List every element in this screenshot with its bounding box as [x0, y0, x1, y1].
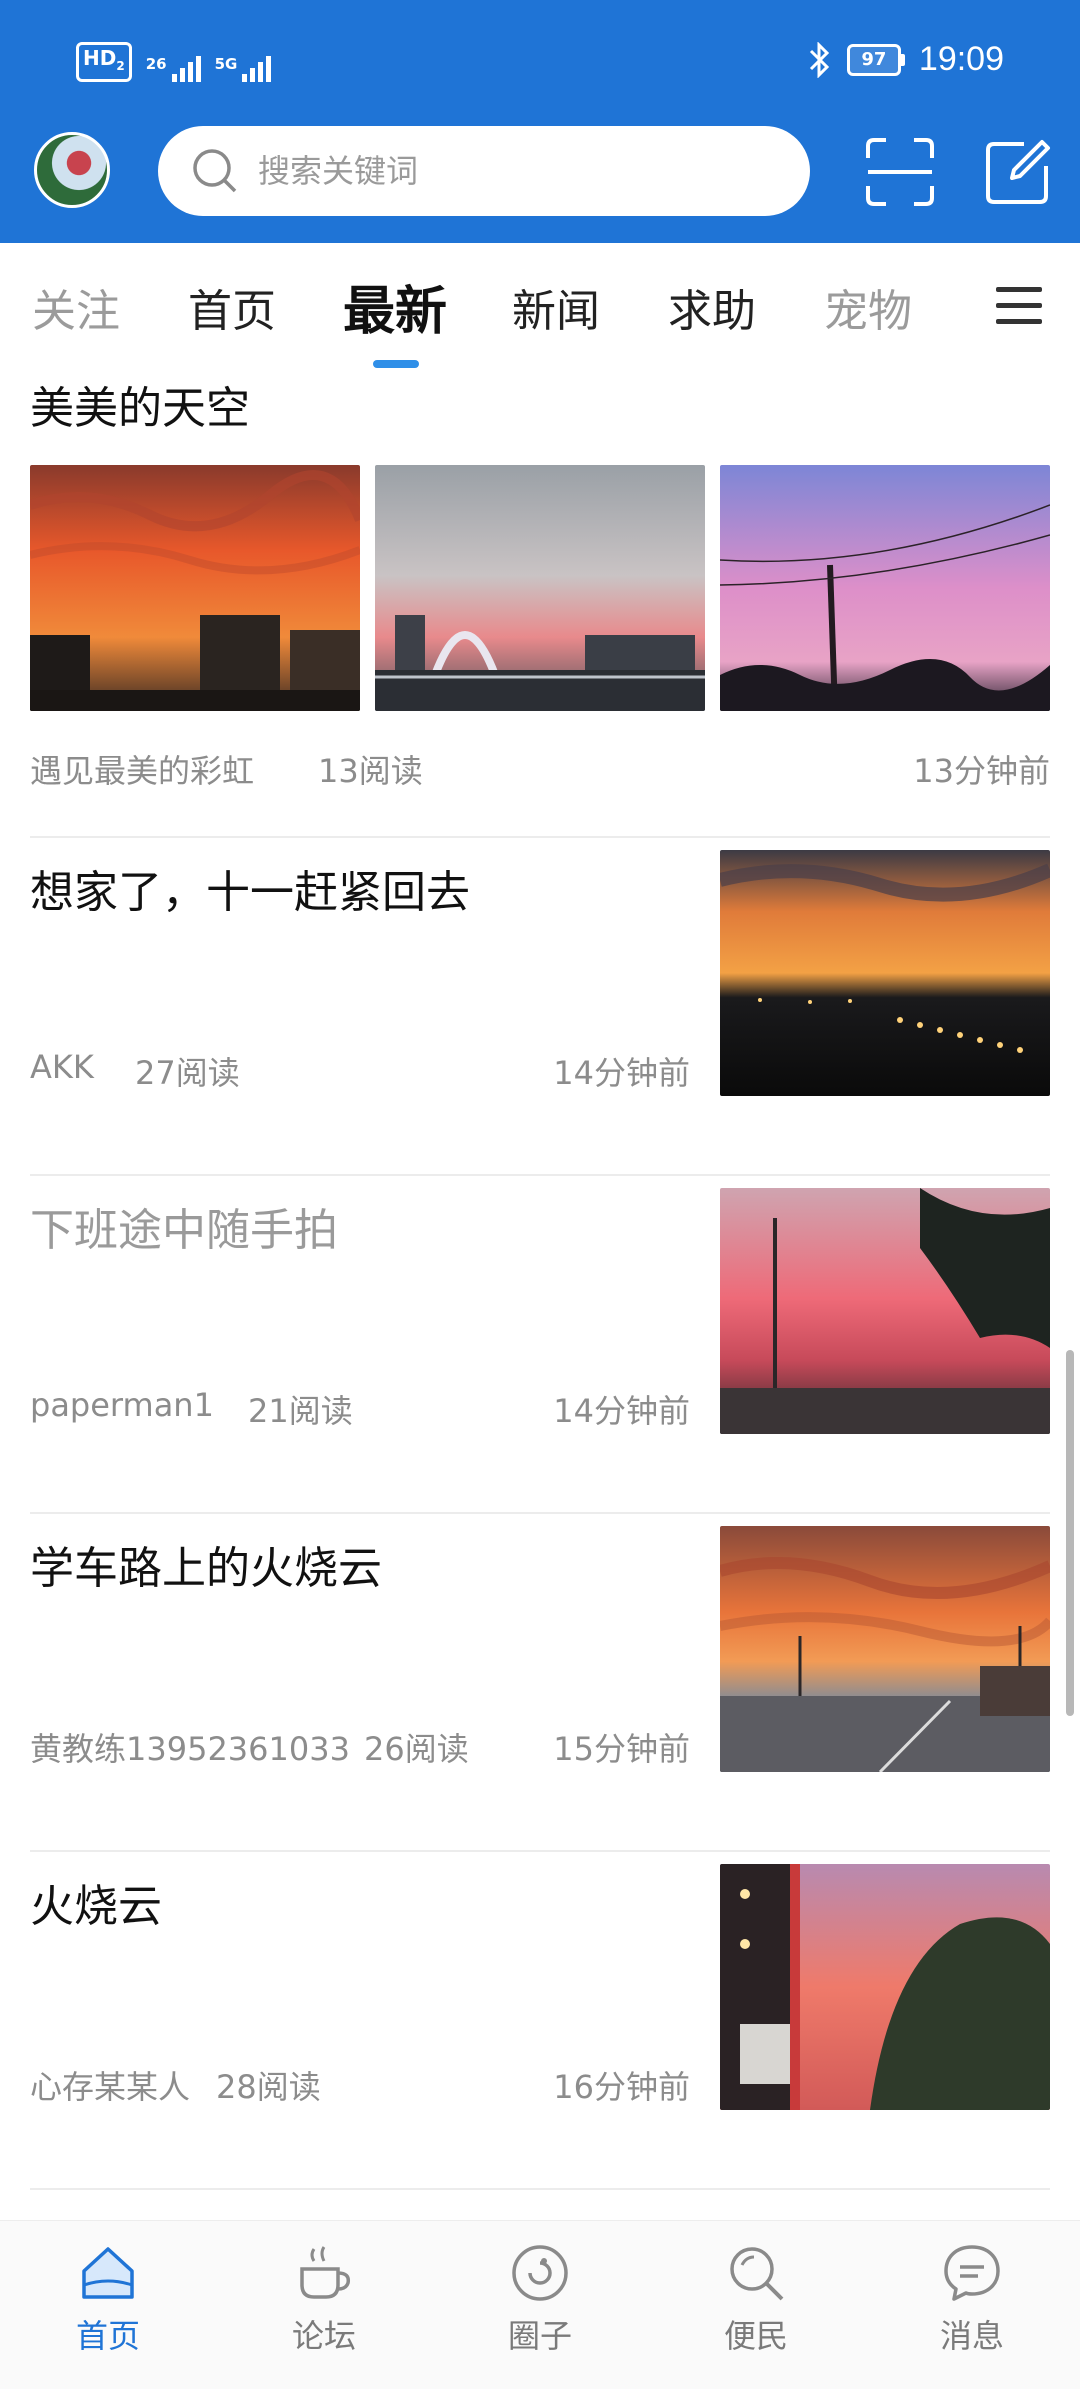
nav-messages-label: 消息 — [939, 2317, 1004, 2355]
search-icon — [730, 2247, 784, 2301]
battery-icon: 97 — [846, 43, 905, 76]
post-image — [30, 465, 360, 711]
post-image — [720, 1188, 1050, 1434]
circle-icon — [512, 2245, 568, 2301]
bluetooth-icon — [809, 41, 830, 78]
post-source: 心存某某人 — [30, 2068, 191, 2106]
post-reads: 28阅读 — [216, 2068, 321, 2106]
tab-home[interactable]: 首页 — [188, 275, 276, 339]
menu-icon[interactable] — [994, 283, 1044, 329]
status-bar: HD2 26 5G 97 19:09 — [0, 0, 1080, 120]
post-image — [375, 465, 705, 711]
battery-level: 97 — [846, 43, 901, 76]
tab-latest[interactable]: 最新 — [343, 269, 447, 344]
list-item[interactable]: 火烧云 心存某某人 28阅读 16分钟前 — [0, 1852, 1080, 2190]
post-source: 黄教练13952361033 — [30, 1730, 350, 1768]
status-right: 97 19:09 — [807, 40, 1004, 79]
post-time: 14分钟前 — [553, 1054, 690, 1092]
post-reads: 13阅读 — [318, 752, 423, 790]
category-tabs: 关注 首页 最新 新闻 求助 宠物 — [0, 243, 1080, 368]
list-item[interactable]: 下班途中随手拍 paperman1 21阅读 14分钟前 — [0, 1176, 1080, 1514]
post-title: 美美的天空 — [30, 383, 250, 434]
tab-help[interactable]: 求助 — [668, 275, 756, 339]
active-tab-indicator — [373, 360, 419, 368]
list-item[interactable]: 学车路上的火烧云 黄教练13952361033 26阅读 15分钟前 — [0, 1514, 1080, 1852]
post-title: 下班途中随手拍 — [30, 1205, 338, 1256]
signal-icon: 26 — [146, 56, 201, 82]
nav-home-label: 首页 — [75, 2317, 140, 2355]
post-image — [720, 465, 1050, 711]
app-header: HD2 26 5G 97 19:09 — [0, 0, 1080, 243]
nav-home[interactable]: 首页 — [0, 2221, 216, 2389]
list-item[interactable]: 美美的天空 遇见最美的彩虹 13阅读 13分钟前 — [0, 368, 1080, 838]
tab-news[interactable]: 新闻 — [512, 275, 600, 339]
post-image — [720, 850, 1050, 1096]
avatar[interactable] — [34, 132, 110, 208]
status-left: HD2 26 5G — [76, 42, 272, 82]
nav-circle-label: 圈子 — [507, 2317, 572, 2355]
post-time: 14分钟前 — [553, 1392, 690, 1430]
post-time: 13分钟前 — [913, 752, 1050, 790]
hd-voice-icon: HD2 — [76, 42, 132, 82]
scan-icon[interactable] — [864, 136, 936, 208]
post-source: 遇见最美的彩虹 — [30, 752, 255, 790]
signal-5g-icon: 5G — [215, 56, 272, 82]
nav-circle[interactable]: 圈子 — [432, 2221, 648, 2389]
post-title: 火烧云 — [30, 1881, 162, 1932]
nav-forum-label: 论坛 — [291, 2317, 356, 2355]
edit-icon[interactable] — [982, 136, 1054, 208]
post-time: 15分钟前 — [553, 1730, 690, 1768]
tab-follow[interactable]: 关注 — [32, 275, 120, 339]
message-icon — [944, 2245, 1000, 2301]
nav-forum[interactable]: 论坛 — [216, 2221, 432, 2389]
nav-services[interactable]: 便民 — [648, 2221, 864, 2389]
post-source: AKK — [30, 1048, 94, 1086]
list-item[interactable]: 想家了，十一赶紧回去 AKK 27阅读 14分钟前 — [0, 838, 1080, 1176]
coffee-cup-icon — [300, 2246, 351, 2299]
scrollbar[interactable] — [1066, 1350, 1074, 1716]
post-time: 16分钟前 — [553, 2068, 690, 2106]
post-source: paperman1 — [30, 1386, 214, 1424]
post-reads: 26阅读 — [364, 1730, 469, 1768]
search-input[interactable] — [256, 151, 740, 191]
post-image — [720, 1864, 1050, 2110]
bottom-nav: 首页 论坛 圈子 便民 消息 — [0, 2220, 1080, 2389]
divider — [30, 2188, 1050, 2190]
tab-pets[interactable]: 宠物 — [824, 275, 912, 339]
post-title: 想家了，十一赶紧回去 — [30, 867, 470, 918]
post-title: 学车路上的火烧云 — [30, 1543, 382, 1594]
post-reads: 27阅读 — [135, 1054, 240, 1092]
home-icon — [82, 2247, 134, 2299]
clock: 19:09 — [918, 40, 1004, 78]
post-image — [720, 1526, 1050, 1772]
nav-services-label: 便民 — [723, 2317, 788, 2355]
search-icon — [193, 149, 237, 193]
search-bar[interactable] — [158, 126, 810, 216]
post-reads: 21阅读 — [248, 1392, 353, 1430]
nav-messages[interactable]: 消息 — [864, 2221, 1080, 2389]
